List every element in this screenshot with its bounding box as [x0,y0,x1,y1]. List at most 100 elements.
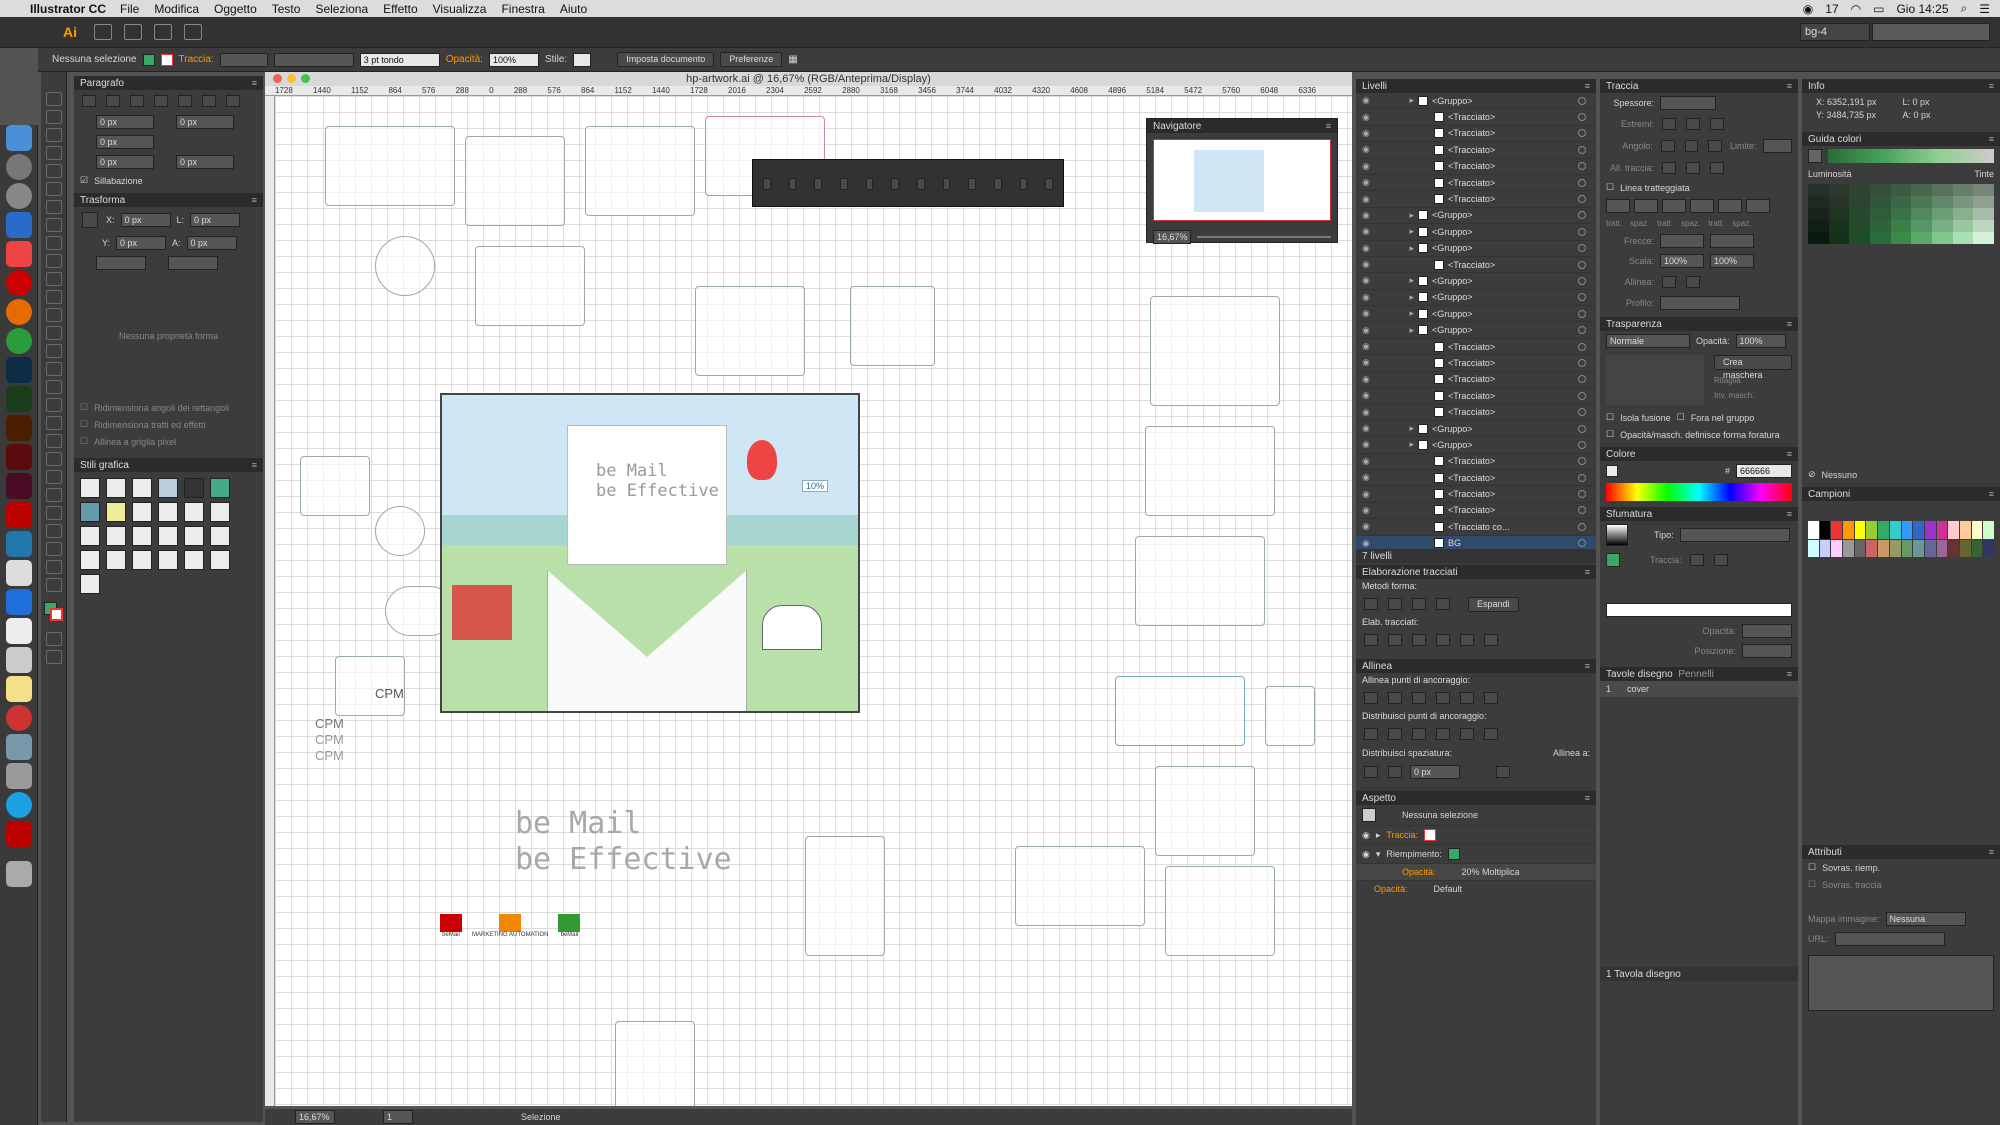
layer-name[interactable]: <Gruppo> [1432,243,1473,253]
visibility-eye-icon[interactable]: ◉ [1362,439,1374,450]
right-indent-field[interactable]: 0 px [176,115,234,129]
dash-field[interactable] [1718,199,1742,213]
opacity-label[interactable]: Opacità: [446,54,483,65]
illustration-circuit-network[interactable] [465,136,565,226]
invert-mask-option[interactable]: Inv. masch. [1714,391,1792,400]
disclosure-arrow-icon[interactable]: ▾ [1376,849,1381,860]
zoom-window-button[interactable] [301,74,310,83]
color-guide-swatch[interactable] [1931,208,1953,220]
menu-list-icon[interactable]: ☰ [1979,2,1990,16]
textedit-icon[interactable] [6,618,32,644]
layer-name[interactable]: <Tracciato> [1448,260,1495,270]
illustration-chart-single[interactable] [1265,686,1315,746]
color-guide-swatch[interactable] [1808,220,1829,232]
hex-field[interactable]: 666666 [1736,464,1792,478]
graphic-style-swatch[interactable] [106,526,126,546]
knockout-checkbox[interactable]: ☐ [1677,412,1685,423]
distribute-right-icon[interactable] [1484,728,1498,740]
pen-tool-icon[interactable] [46,164,62,178]
notes-icon[interactable] [6,676,32,702]
graphic-styles-header[interactable]: Stili grafica ≡ [74,458,263,472]
color-guide-swatch[interactable] [1931,184,1953,196]
status-text[interactable]: Selezione [521,1112,561,1122]
appearance-header[interactable]: Aspetto ≡ [1356,791,1596,805]
skype-icon[interactable] [6,792,32,818]
target-circle-icon[interactable] [1578,260,1586,269]
swatch[interactable] [1936,521,1948,539]
appearance-stroke-swatch[interactable] [1424,829,1437,841]
layer-name[interactable]: <Tracciato> [1448,194,1495,204]
target-circle-icon[interactable] [1578,145,1586,154]
h-field[interactable]: 0 px [186,236,237,250]
target-circle-icon[interactable] [1578,326,1586,335]
navigator-header[interactable]: Navigatore ≡ [1147,119,1337,133]
scale-tool-icon[interactable] [46,326,62,340]
layer-name[interactable]: <Gruppo> [1432,424,1473,434]
layer-name[interactable]: <Tracciato> [1448,358,1495,368]
define-knockout-row[interactable]: ☐ Opacità/masch. definisce forma foratura [1600,426,1798,443]
navigator-zoom-field[interactable]: 16,67% [1153,230,1191,244]
align-top-icon[interactable] [1436,692,1450,704]
finder-icon[interactable] [6,125,32,151]
layer-name[interactable]: <Gruppo> [1432,325,1473,335]
color-guide-swatch[interactable] [1890,196,1912,208]
swatch[interactable] [1866,521,1878,539]
color-guide-swatch[interactable] [1808,196,1829,208]
appearance-opacity-row[interactable]: Opacità: 20% Moltiplica [1356,864,1596,881]
gradient-stroke-along-icon[interactable] [1713,554,1728,566]
x-field[interactable]: 0 px [120,213,171,227]
line-tool-icon[interactable] [46,218,62,232]
dashed-line-row[interactable]: ☐ Linea tratteggiata [1600,179,1798,196]
visibility-eye-icon[interactable]: ◉ [1362,259,1374,270]
graphic-style-swatch[interactable] [132,502,152,522]
color-guide-swatch[interactable] [1849,184,1870,196]
menu-file[interactable]: File [120,2,139,16]
artboard-canvas[interactable]: CPM CPM CPM CPM be Mail be Effective beM… [275,96,1352,1106]
drawing-mode-icon[interactable] [46,632,62,646]
battery-icon[interactable]: ▭ [1873,2,1884,16]
pathfinder-header[interactable]: Elaborazione tracciati ≡ [1356,565,1596,579]
menu-seleziona[interactable]: Seleziona [315,2,368,16]
visibility-eye-icon[interactable]: ◉ [1362,538,1374,549]
arrange-icon[interactable]: ▦ [788,54,797,65]
layer-row[interactable]: ◉ ▸ <Gruppo> [1356,306,1596,323]
color-guide-grid[interactable] [1808,184,1994,244]
illustrator-icon[interactable] [6,415,32,441]
disclosure-arrow-icon[interactable]: ▸ [1376,830,1381,841]
overprint-fill-row[interactable]: ☐ Sovras. riemp. [1802,859,2000,876]
swatch[interactable] [1948,521,1959,539]
swatch[interactable] [1843,539,1854,557]
color-guide-swatch[interactable] [1849,220,1870,232]
illustration-charts[interactable] [1115,676,1245,746]
arrow-place-icon[interactable] [1686,276,1700,288]
slice-tool-icon[interactable] [46,542,62,556]
layer-row[interactable]: ◉ <Tracciato> [1356,404,1596,421]
target-circle-icon[interactable] [1578,391,1586,400]
align-stroke-outside-icon[interactable] [1710,162,1724,174]
swatch[interactable] [1959,539,1971,557]
appearance-stroke-label[interactable]: Traccia: [1386,830,1418,840]
gradient-tool-icon[interactable] [46,434,62,448]
visibility-eye-icon[interactable]: ◉ [1362,275,1374,286]
preferences-button[interactable]: Preferenze [720,52,783,67]
align-left-edge-icon[interactable] [1364,692,1378,704]
layer-row[interactable]: ◉ <Tracciato> [1356,454,1596,470]
exclude-icon[interactable] [1436,598,1450,610]
swatch[interactable] [1854,539,1866,557]
swatch[interactable] [1843,521,1854,539]
swatch[interactable] [1808,539,1819,557]
color-guide-swatch[interactable] [1828,232,1850,244]
visibility-eye-icon[interactable]: ◉ [1362,357,1374,368]
attributes-header[interactable]: Attributi ≡ [1802,845,2000,859]
spacing-field[interactable]: 0 px [1410,765,1460,779]
gradient-slider[interactable] [1606,603,1792,617]
transform-panel-header[interactable]: Trasforma ≡ [74,193,263,207]
dash-field[interactable] [1606,199,1630,213]
graphic-style-swatch[interactable] [210,526,230,546]
appearance-fill-swatch[interactable] [1447,848,1460,860]
graphic-style-swatch[interactable] [80,574,100,594]
color-guide-swatch[interactable] [1911,184,1932,196]
preview-icon[interactable] [6,647,32,673]
layer-row[interactable]: ◉ <Tracciato> [1356,503,1596,520]
graphic-style-swatch[interactable] [158,550,178,570]
